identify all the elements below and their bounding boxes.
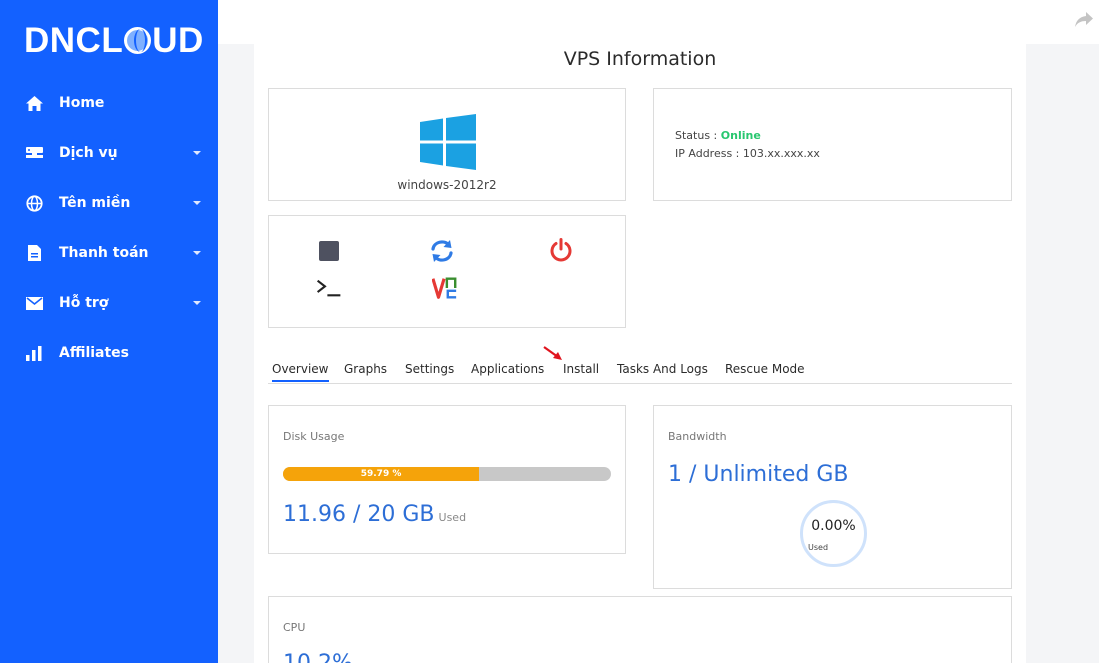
sidebar-item-affiliates[interactable]: Affiliates: [0, 328, 218, 378]
sidebar: DNCL UD Home Dịch vụ Tên miền Thanh toán…: [0, 0, 218, 663]
tab-rescue-mode[interactable]: Rescue Mode: [725, 362, 805, 376]
tab-graphs[interactable]: Graphs: [344, 362, 387, 376]
chevron-down-icon: [193, 151, 201, 155]
bandwidth-gauge: 0.00% Used: [800, 500, 867, 567]
status-card: Status : Online IP Address : 103.xx.xxx.…: [653, 88, 1012, 201]
sidebar-item-label: Tên miền: [59, 195, 131, 211]
bandwidth-label: Bandwidth: [668, 430, 727, 443]
bandwidth-card: Bandwidth 1 / Unlimited GB 0.00% Used: [653, 405, 1012, 589]
tab-overview[interactable]: Overview: [272, 362, 329, 382]
power-icon: [550, 238, 572, 262]
logo-globe-icon: [124, 27, 152, 54]
console-button[interactable]: [316, 275, 342, 301]
logo-text: DNCL: [24, 21, 124, 60]
restart-button[interactable]: [429, 238, 455, 264]
disk-usage-card: Disk Usage 59.79 % 11.96 / 20 GB Used: [268, 405, 626, 554]
chevron-down-icon: [193, 301, 201, 305]
globe-icon: [25, 194, 43, 212]
ip-label: IP Address :: [675, 147, 743, 160]
bandwidth-value: 1 / Unlimited GB: [668, 462, 849, 487]
cpu-label: CPU: [283, 621, 306, 634]
server-icon: [25, 144, 43, 162]
restart-icon: [431, 240, 453, 262]
tab-settings[interactable]: Settings: [405, 362, 454, 376]
disk-usage-percent: 59.79 %: [360, 469, 402, 479]
cpu-value: 10.2%: [283, 651, 353, 663]
cpu-card: CPU 10.2%: [268, 596, 1012, 663]
windows-logo-icon: [420, 114, 476, 170]
sidebar-item-home[interactable]: Home: [0, 78, 218, 128]
tab-tasks-and-logs[interactable]: Tasks And Logs: [617, 362, 708, 376]
chevron-down-icon: [193, 201, 201, 205]
vnc-icon: [432, 277, 457, 299]
status-value: Online: [720, 129, 761, 142]
sidebar-nav: Home Dịch vụ Tên miền Thanh toán Hỗ trợ …: [0, 78, 218, 378]
sidebar-item-label: Dịch vụ: [59, 145, 118, 161]
disk-usage-bar: 59.79 %: [283, 467, 611, 481]
disk-used-label: Used: [438, 511, 467, 524]
disk-usage-value: 11.96 / 20 GB Used: [283, 502, 466, 527]
bandwidth-percent: 0.00%: [811, 518, 856, 534]
share-icon[interactable]: [1075, 12, 1095, 32]
brand-logo[interactable]: DNCL UD: [24, 20, 204, 62]
sidebar-item-label: Hỗ trợ: [59, 295, 109, 311]
bar-chart-icon: [25, 344, 43, 362]
page-title: VPS Information: [563, 48, 717, 70]
status-row: Status : Online: [675, 129, 761, 142]
annotation-arrow-icon: [543, 346, 562, 360]
vnc-button[interactable]: [432, 275, 458, 301]
actions-card: [268, 215, 626, 328]
bandwidth-used-label: Used: [808, 543, 829, 552]
os-card: windows-2012r2: [268, 88, 626, 201]
vps-tabs: Overview Graphs Settings Applications In…: [268, 359, 1012, 384]
disk-usage-label: Disk Usage: [283, 430, 345, 443]
disk-usage-amount: 11.96 / 20 GB: [283, 502, 435, 527]
os-name: windows-2012r2: [397, 178, 497, 192]
terminal-icon: [316, 279, 341, 297]
ip-row: IP Address : 103.xx.xxx.xx: [675, 147, 820, 160]
sidebar-item-billing[interactable]: Thanh toán: [0, 228, 218, 278]
top-bar: [218, 0, 1099, 44]
power-button[interactable]: [548, 237, 574, 263]
tab-install[interactable]: Install: [563, 362, 599, 376]
main-content: VPS Information windows-2012r2 Status : …: [254, 44, 1026, 663]
invoice-icon: [25, 244, 43, 262]
sidebar-item-label: Thanh toán: [59, 245, 149, 261]
logo-text-end: UD: [152, 21, 204, 60]
chevron-down-icon: [193, 251, 201, 255]
status-label: Status :: [675, 129, 721, 142]
sidebar-item-domains[interactable]: Tên miền: [0, 178, 218, 228]
home-icon: [25, 94, 43, 112]
stop-button[interactable]: [316, 238, 342, 264]
sidebar-item-services[interactable]: Dịch vụ: [0, 128, 218, 178]
ip-value: 103.xx.xxx.xx: [742, 147, 820, 160]
sidebar-item-label: Affiliates: [59, 345, 130, 361]
envelope-icon: [25, 294, 43, 312]
sidebar-item-label: Home: [59, 95, 105, 111]
tab-applications[interactable]: Applications: [471, 362, 544, 376]
stop-icon: [319, 241, 339, 261]
sidebar-item-support[interactable]: Hỗ trợ: [0, 278, 218, 328]
